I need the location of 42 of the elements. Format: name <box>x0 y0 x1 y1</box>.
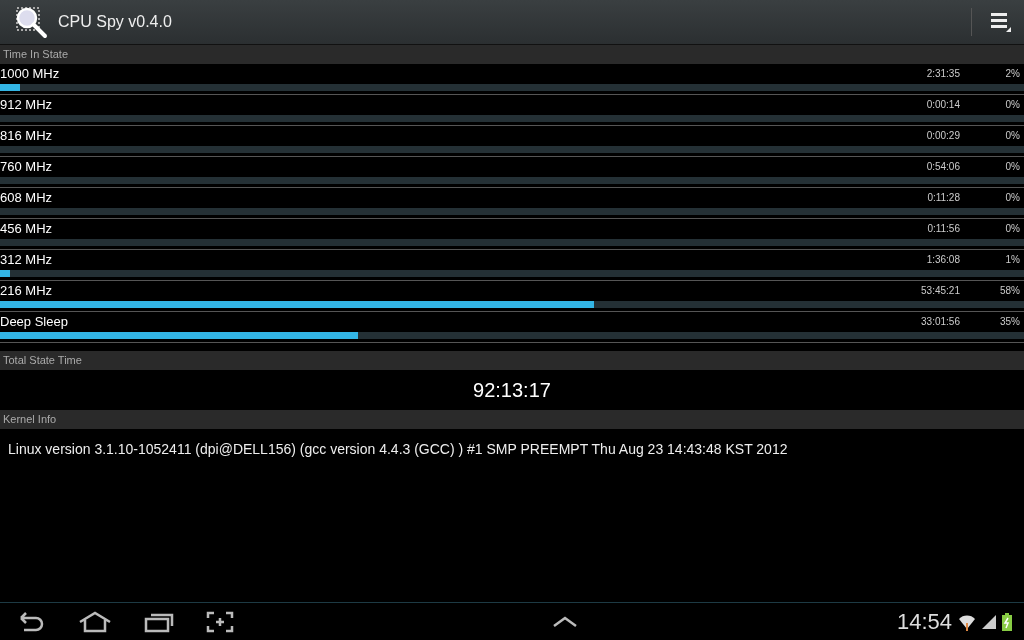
state-name: 912 MHz <box>0 97 54 112</box>
back-icon[interactable] <box>18 611 46 632</box>
state-time: 33:01:56 <box>920 316 960 327</box>
state-percent: 0% <box>1004 192 1021 203</box>
state-percent: 0% <box>1004 99 1021 110</box>
screenshot-icon[interactable] <box>206 610 234 633</box>
state-name: 816 MHz <box>0 128 54 143</box>
section-header: Kernel Info <box>0 410 1024 429</box>
magnifier-chip-icon[interactable] <box>14 5 48 39</box>
state-percent: 1% <box>1004 254 1021 265</box>
section-header: Total State Time <box>0 351 1024 370</box>
state-percent: 58% <box>999 285 1021 296</box>
clock: 14:54 <box>896 608 952 635</box>
signal-icon <box>982 614 996 629</box>
state-time: 0:11:56 <box>926 223 960 234</box>
state-name: 216 MHz <box>0 283 54 298</box>
state-percent: 2% <box>1004 68 1021 79</box>
total-time: 92:13:17 <box>473 378 551 402</box>
menu-icon[interactable] <box>990 11 1012 33</box>
state-percent: 35% <box>999 316 1021 327</box>
state-time: 0:11:28 <box>926 192 960 203</box>
state-time: 1:36:08 <box>925 254 960 265</box>
state-name: 760 MHz <box>0 159 54 174</box>
battery-icon <box>1002 612 1012 631</box>
app-title: CPU Spy v0.4.0 <box>58 13 172 31</box>
state-name: 456 MHz <box>0 221 54 236</box>
kernel-info-text: Linux version 3.1.10-1052411 (dpi@DELL156) (gcc version 4.4.3 (GCC) ) #1 SMP PREEMPT Thu Aug 23 14:43:48 KST 2012 <box>7 440 789 459</box>
caret-up-icon[interactable] <box>552 615 579 628</box>
state-percent: 0% <box>1004 223 1021 234</box>
state-time: 53:45:21 <box>920 285 960 296</box>
section-header: Time In State <box>0 45 1024 64</box>
state-percent: 0% <box>1004 130 1021 141</box>
state-percent: 0% <box>1004 161 1021 172</box>
state-name: Deep Sleep <box>0 314 69 329</box>
home-icon[interactable] <box>78 610 112 633</box>
state-time: 0:00:14 <box>925 99 960 110</box>
state-time: 0:00:29 <box>925 130 960 141</box>
state-name: 608 MHz <box>0 190 54 205</box>
state-time: 0:54:06 <box>925 161 960 172</box>
state-name: 312 MHz <box>0 252 54 267</box>
state-name: 1000 MHz <box>0 66 61 81</box>
state-time: 2:31:35 <box>925 68 960 79</box>
